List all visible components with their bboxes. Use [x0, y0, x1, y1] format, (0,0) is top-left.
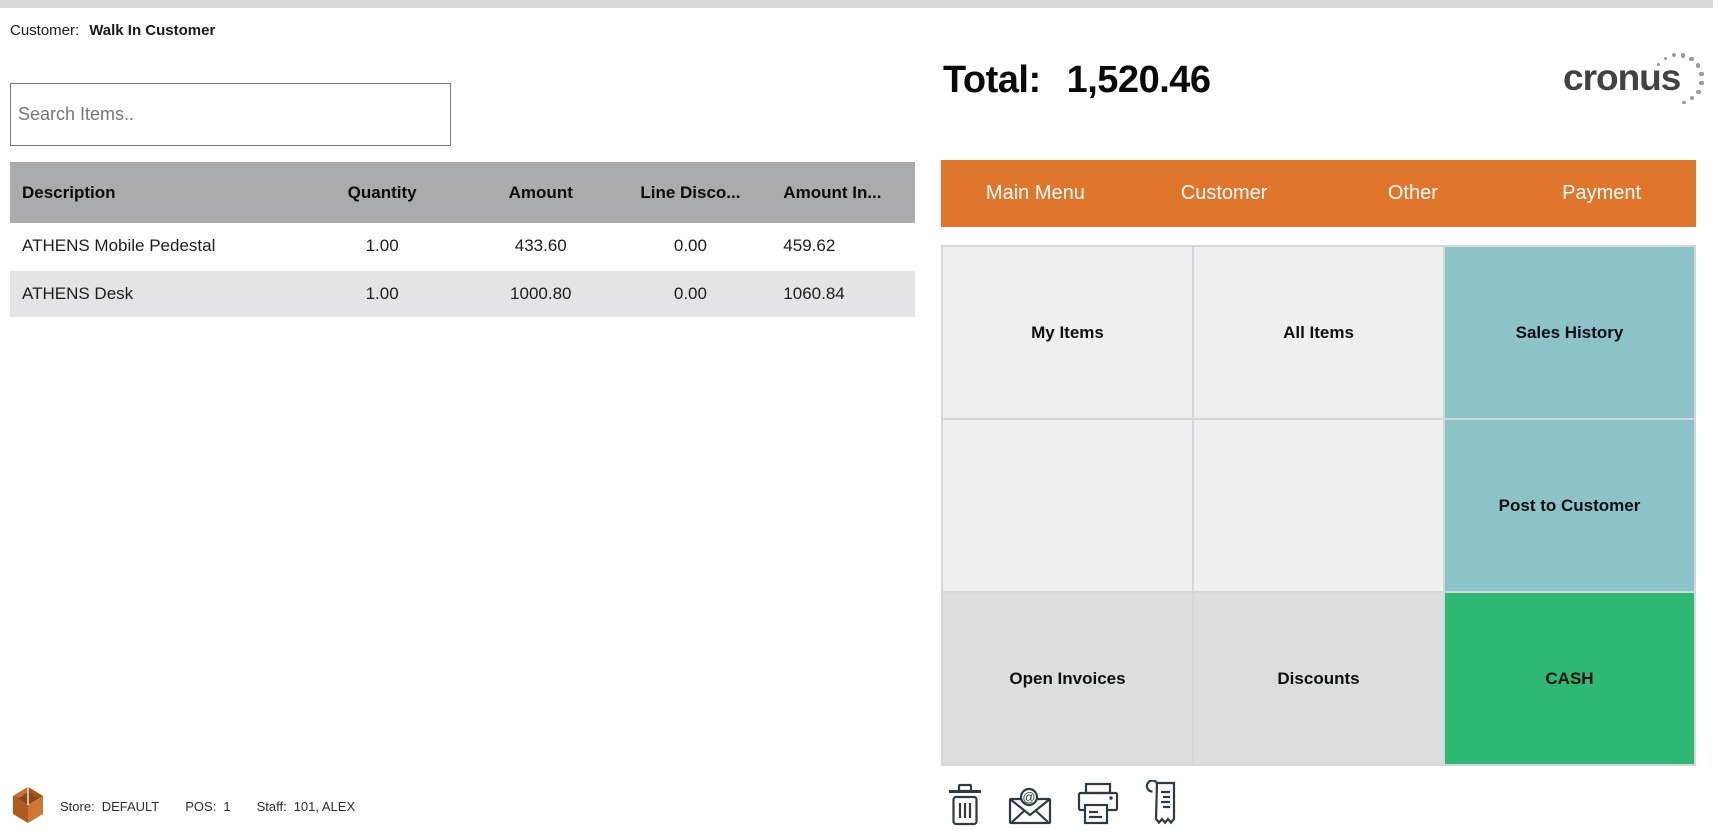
staff-value: 101, ALEX [293, 799, 356, 814]
cronus-dot [1689, 56, 1694, 62]
customer-label: Customer: [10, 22, 80, 39]
cell-description: ATHENS Mobile Pedestal [22, 236, 216, 255]
menu-item-other[interactable]: Other [1319, 160, 1508, 227]
pos-label: POS: [185, 799, 217, 814]
tile-open-invoices[interactable]: Open Invoices [943, 593, 1192, 764]
tile-sales-history[interactable]: Sales History [1445, 247, 1694, 418]
column-header: Line Disco... [640, 182, 741, 202]
pos-value: 1 [223, 799, 231, 814]
tile-grid: My Items All Items Sales History Post to Cu… [941, 245, 1696, 766]
cell-quantity: 1.00 [365, 236, 399, 255]
customer-line: Customer: Walk In Customer [10, 22, 215, 39]
menu-item-main-menu[interactable]: Main Menu [941, 160, 1130, 227]
column-header: Amount [508, 182, 573, 202]
cronus-dot [1695, 63, 1701, 68]
column-header: Description [22, 182, 116, 202]
store-value: DEFAULT [101, 799, 160, 814]
top-strip [0, 0, 1713, 8]
tile-empty [1194, 420, 1443, 591]
printer-icon[interactable] [1077, 782, 1119, 826]
cell-amount: 433.60 [514, 236, 567, 255]
cronus-dot [1682, 100, 1686, 105]
tile-all-items[interactable]: All Items [1194, 247, 1443, 418]
menu-item-customer[interactable]: Customer [1130, 160, 1319, 227]
cronus-logo: cronus [1563, 53, 1719, 117]
menu-bar: Main Menu Customer Other Payment [941, 160, 1696, 227]
cart-table: Description Quantity Amount Line Disco... Am… [10, 162, 915, 317]
tile-discounts[interactable]: Discounts [1194, 593, 1443, 764]
cell-quantity: 1.00 [365, 284, 399, 303]
cronus-dot [1699, 71, 1704, 77]
cronus-dot [1699, 80, 1704, 86]
tile-my-items[interactable]: My Items [943, 247, 1192, 418]
svg-text:@: @ [1022, 790, 1035, 805]
tile-post-to-customer[interactable]: Post to Customer [1445, 420, 1694, 591]
table-row[interactable]: ATHENS Mobile Pedestal 1.00 433.60 0.00 459.… [10, 223, 915, 269]
cronus-dot [1690, 96, 1695, 101]
footer-icon-bar: @ [947, 780, 1181, 826]
cronus-dot [1696, 89, 1701, 94]
email-icon[interactable]: @ [1007, 786, 1053, 826]
staff-label: Staff: [256, 799, 287, 814]
table-row[interactable]: ATHENS Desk 1.00 1000.80 0.00 1060.84 [10, 269, 915, 317]
cell-line_discount: 0.00 [673, 236, 707, 255]
cell-amount: 1000.80 [510, 284, 572, 303]
trash-icon[interactable] [947, 783, 983, 826]
column-header: Amount In... [783, 182, 882, 202]
cell-amount_incl: 459.62 [783, 236, 836, 255]
receipt-icon[interactable] [1143, 780, 1181, 826]
pos-screen: Customer: Walk In Customer Description Qua… [0, 0, 1719, 831]
package-box-icon [10, 780, 46, 831]
cell-amount_incl: 1060.84 [783, 284, 845, 303]
search-input[interactable] [10, 83, 451, 146]
menu-item-payment[interactable]: Payment [1507, 160, 1696, 227]
tile-empty [943, 420, 1192, 591]
cell-line_discount: 0.00 [673, 284, 707, 303]
cronus-logo-text: cronus [1563, 57, 1681, 98]
total-line: Total: 1,520.46 [943, 59, 1211, 102]
customer-name: Walk In Customer [89, 22, 216, 39]
tile-cash[interactable]: CASH [1445, 593, 1694, 764]
status-text: Store: DEFAULT POS: 1 Staff: 101, ALEX [60, 799, 355, 814]
cart-table-body: ATHENS Mobile Pedestal 1.00 433.60 0.00 459.… [10, 223, 915, 317]
total-label: Total: [943, 59, 1041, 101]
total-value: 1,520.46 [1066, 59, 1211, 101]
cronus-dot [1680, 53, 1686, 58]
cart-table-header: Description Quantity Amount Line Disco... Am… [10, 162, 915, 223]
column-header: Quantity [347, 182, 417, 202]
store-label: Store: [60, 799, 95, 814]
cell-description: ATHENS Desk [22, 284, 134, 303]
status-bar: Store: DEFAULT POS: 1 Staff: 101, ALEX [10, 780, 355, 831]
